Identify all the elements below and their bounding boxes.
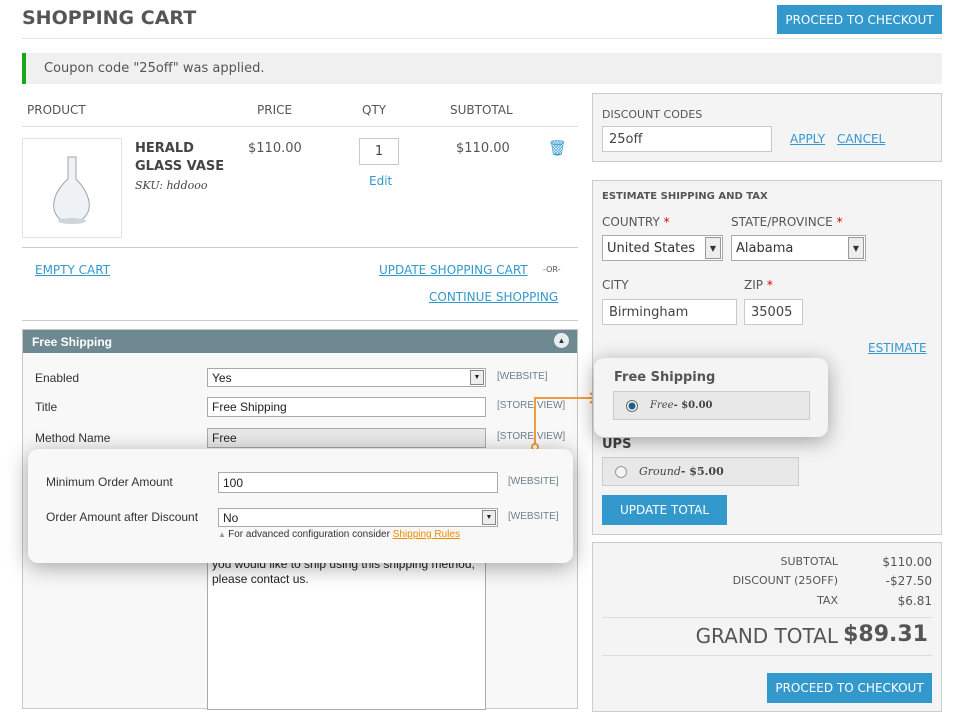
estimate-link[interactable]: ESTIMATE: [868, 341, 927, 355]
col-price: PRICE: [257, 103, 293, 117]
state-label: STATE/PROVINCE *: [731, 215, 843, 229]
free-shipping-title: Free Shipping: [614, 370, 716, 385]
or-text: -OR-: [543, 265, 561, 274]
after-discount-select[interactable]: No ▼: [218, 508, 498, 527]
page-title: SHOPPING CART: [22, 7, 197, 29]
hint-icon: ▲: [218, 530, 229, 539]
select-value: United States: [607, 240, 696, 256]
error-message-textarea[interactable]: you would like to ship using this shippi…: [207, 540, 486, 710]
dropdown-icon: ▼: [848, 237, 864, 259]
select-value: No: [223, 510, 239, 525]
required-mark: *: [663, 215, 670, 229]
field-label: Method Name: [35, 431, 111, 445]
zip-label: ZIP *: [744, 278, 773, 292]
grand-total-label: GRAND TOTAL: [695, 624, 838, 648]
product-subtotal: $110.00: [456, 141, 510, 156]
min-order-amount-input[interactable]: 100: [218, 472, 498, 493]
col-product: PRODUCT: [27, 103, 86, 117]
collapse-icon[interactable]: ▲: [554, 333, 569, 348]
subtotal-value: $110.00: [882, 555, 932, 569]
divider: [22, 320, 578, 321]
required-mark: *: [836, 215, 843, 229]
radio-unchecked[interactable]: [615, 465, 627, 478]
qty-input[interactable]: 1: [359, 138, 399, 165]
col-qty: QTY: [362, 103, 387, 117]
scope-label: [WEBSITE]: [508, 476, 559, 487]
dropdown-icon: ▼: [470, 370, 484, 385]
grand-total-value: $89.31: [843, 622, 928, 647]
dropdown-icon: ▼: [705, 237, 721, 259]
field-label: Title: [35, 400, 58, 414]
discount-title: DISCOUNT CODES: [602, 108, 703, 121]
success-message-text: Coupon code "25off" was applied.: [44, 61, 265, 76]
discount-value: -$27.50: [885, 574, 932, 588]
proceed-to-checkout-bottom-button[interactable]: PROCEED TO CHECKOUT: [767, 673, 932, 703]
method-name: Free: [650, 400, 674, 411]
ups-ground-option[interactable]: Ground - $5.00: [602, 457, 799, 486]
proceed-to-checkout-top-button[interactable]: PROCEED TO CHECKOUT: [777, 5, 942, 34]
label-text: STATE/PROVINCE: [731, 215, 833, 229]
config-hint: ▲ For advanced configuration consider Sh…: [218, 529, 460, 540]
hint-text: For advanced configuration consider: [228, 529, 390, 540]
divider: [602, 617, 932, 618]
method-name: Ground: [639, 465, 681, 478]
min-order-overlay: [28, 449, 573, 563]
dropdown-icon: ▼: [482, 510, 496, 525]
edit-link[interactable]: Edit: [369, 174, 392, 188]
product-sku: SKU: hddooo: [135, 179, 208, 192]
divider: [602, 655, 932, 656]
scope-label: [WEBSITE]: [508, 511, 559, 522]
admin-panel-title: Free Shipping: [32, 335, 113, 349]
method-name-input[interactable]: Free: [207, 428, 486, 448]
method-price: - $0.00: [673, 400, 713, 411]
tax-label: TAX: [817, 594, 838, 607]
enabled-select[interactable]: Yes ▼: [207, 368, 486, 387]
method-price: - $5.00: [680, 465, 724, 478]
country-label: COUNTRY *: [602, 215, 670, 229]
update-cart-link[interactable]: UPDATE SHOPPING CART: [379, 263, 528, 277]
ups-title: UPS: [602, 437, 632, 452]
product-price: $110.00: [248, 141, 302, 156]
label-text: ZIP: [744, 278, 763, 292]
state-select[interactable]: Alabama ▼: [731, 235, 866, 261]
cancel-link[interactable]: CANCEL: [837, 132, 885, 146]
product-name[interactable]: HERALD GLASS VASE: [135, 140, 224, 176]
col-subtotal: SUBTOTAL: [450, 103, 513, 117]
zip-input[interactable]: 35005: [744, 299, 803, 325]
empty-cart-link[interactable]: EMPTY CART: [35, 263, 110, 277]
city-label: CITY: [602, 278, 629, 292]
coupon-input[interactable]: 25off: [602, 126, 772, 152]
shipping-title: ESTIMATE SHIPPING AND TAX: [602, 191, 768, 202]
admin-panel-header[interactable]: Free Shipping ▲: [23, 330, 577, 353]
scope-label: [WEBSITE]: [497, 371, 548, 382]
label-text: COUNTRY: [602, 215, 660, 229]
product-name-line: HERALD: [135, 141, 194, 156]
free-shipping-option[interactable]: Free - $0.00: [613, 391, 810, 420]
tax-value: $6.81: [897, 594, 932, 608]
update-total-button[interactable]: UPDATE TOTAL: [602, 495, 727, 525]
radio-checked[interactable]: [626, 399, 638, 412]
product-image[interactable]: [22, 138, 122, 238]
country-select[interactable]: United States ▼: [602, 235, 723, 261]
title-input[interactable]: Free Shipping: [207, 397, 486, 417]
product-name-line: GLASS VASE: [135, 159, 225, 174]
select-value: Alabama: [736, 240, 794, 256]
field-label: Minimum Order Amount: [46, 475, 173, 489]
discount-label: DISCOUNT (25OFF): [732, 574, 838, 587]
select-value: Yes: [212, 370, 232, 385]
divider: [22, 38, 942, 39]
divider: [22, 247, 578, 248]
subtotal-label: SUBTOTAL: [780, 555, 838, 568]
trash-icon[interactable]: 🗑: [548, 139, 567, 157]
field-label: Order Amount after Discount: [46, 510, 199, 524]
success-message: Coupon code "25off" was applied.: [22, 53, 942, 84]
field-label: Enabled: [35, 371, 80, 385]
city-input[interactable]: Birmingham: [602, 299, 737, 325]
divider: [22, 126, 578, 127]
required-mark: *: [766, 278, 773, 292]
apply-link[interactable]: APPLY: [790, 132, 825, 146]
continue-shopping-link[interactable]: CONTINUE SHOPPING: [429, 290, 558, 304]
shipping-rules-link[interactable]: Shipping Rules: [393, 529, 460, 540]
